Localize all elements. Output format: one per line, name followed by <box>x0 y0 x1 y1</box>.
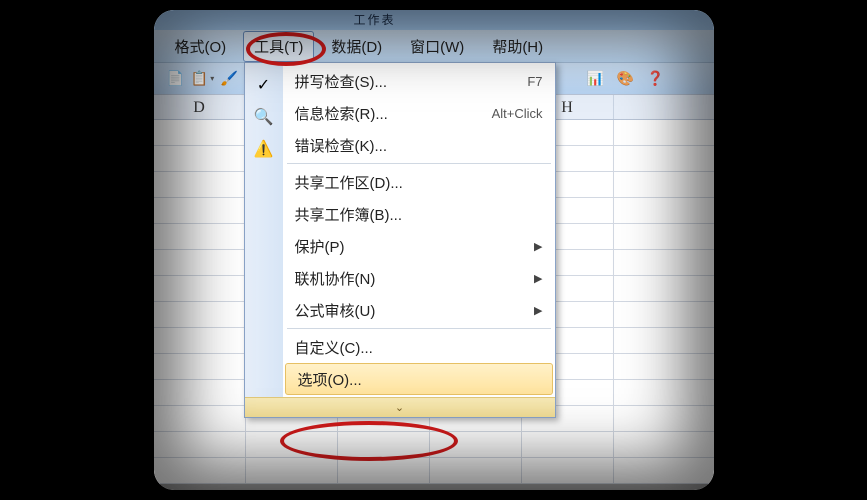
cell[interactable] <box>154 302 246 327</box>
menuitem-formula-auditing[interactable]: 公式审核(U) ▶ <box>283 294 555 326</box>
cell[interactable] <box>522 432 614 457</box>
cell[interactable] <box>154 354 246 379</box>
menu-format[interactable]: 格式(O) <box>164 31 238 62</box>
title-text: 工作表 <box>354 13 396 27</box>
submenu-arrow-icon: ▶ <box>534 272 542 285</box>
menuitem-spelling[interactable]: 拼写检查(S)... F7 <box>283 65 555 97</box>
help-icon[interactable]: ❓ <box>644 66 668 90</box>
cell[interactable] <box>154 172 246 197</box>
expand-chevron-icon: ⌄ <box>395 401 404 414</box>
menuitem-error-check[interactable]: 错误检查(K)... <box>283 129 555 161</box>
cell[interactable] <box>154 432 246 457</box>
toolbar-right: 📊 🎨 ❓ <box>584 66 668 90</box>
table-row <box>154 432 714 458</box>
cell[interactable] <box>430 458 522 483</box>
menuitem-customize[interactable]: 自定义(C)... <box>283 331 555 363</box>
table-row <box>154 458 714 484</box>
menuitem-research[interactable]: 信息检索(R)... Alt+Click <box>283 97 555 129</box>
dropdown-separator <box>287 163 551 164</box>
dropdown-separator <box>287 328 551 329</box>
menuitem-protection[interactable]: 保护(P) ▶ <box>283 230 555 262</box>
format-painter-icon[interactable]: 🖌️ <box>218 67 242 91</box>
cell[interactable] <box>154 276 246 301</box>
copy-icon[interactable]: 📄 <box>164 67 188 91</box>
cell[interactable] <box>154 146 246 171</box>
cell[interactable] <box>154 328 246 353</box>
cell[interactable] <box>154 458 246 483</box>
cell[interactable] <box>154 250 246 275</box>
cell[interactable] <box>154 120 246 145</box>
tools-dropdown: ✓ 🔍 ⚠️ 拼写检查(S)... F7 信息检索(R)... Alt+Clic… <box>244 62 556 418</box>
cell[interactable] <box>154 198 246 223</box>
menu-bar: 格式(O) 工具(T) 数据(D) 窗口(W) 帮助(H) <box>154 30 714 62</box>
cell[interactable] <box>338 432 430 457</box>
cell[interactable] <box>246 458 338 483</box>
submenu-arrow-icon: ▶ <box>534 240 542 253</box>
dropdown-expand-button[interactable]: ⌄ <box>245 397 555 417</box>
cell[interactable] <box>430 432 522 457</box>
cell[interactable] <box>154 406 246 431</box>
submenu-arrow-icon: ▶ <box>534 304 542 317</box>
cell[interactable] <box>338 458 430 483</box>
menuitem-shared-workspace[interactable]: 共享工作区(D)... <box>283 166 555 198</box>
menu-data[interactable]: 数据(D) <box>320 31 393 62</box>
paste-icon[interactable]: 📋 <box>191 67 215 91</box>
cell[interactable] <box>522 458 614 483</box>
chart-icon[interactable]: 📊 <box>584 66 608 90</box>
menu-tools[interactable]: 工具(T) <box>243 31 314 62</box>
menu-help[interactable]: 帮助(H) <box>481 31 554 62</box>
col-header[interactable]: D <box>154 95 246 119</box>
cell[interactable] <box>246 432 338 457</box>
dropdown-icon-column: ✓ 🔍 ⚠️ <box>245 63 283 397</box>
menu-window[interactable]: 窗口(W) <box>399 31 475 62</box>
research-icon: 🔍 <box>245 101 283 133</box>
menuitem-share-workbook[interactable]: 共享工作簿(B)... <box>283 198 555 230</box>
spellcheck-icon: ✓ <box>245 69 283 101</box>
menuitem-online-collab[interactable]: 联机协作(N) ▶ <box>283 262 555 294</box>
drawing-icon[interactable]: 🎨 <box>614 66 638 90</box>
menuitem-options[interactable]: 选项(O)... <box>285 363 553 395</box>
dropdown-list: 拼写检查(S)... F7 信息检索(R)... Alt+Click 错误检查(… <box>283 63 555 397</box>
window-titlebar: 工作表 <box>154 10 714 30</box>
error-check-icon: ⚠️ <box>245 133 283 165</box>
cell[interactable] <box>154 380 246 405</box>
cell[interactable] <box>154 224 246 249</box>
